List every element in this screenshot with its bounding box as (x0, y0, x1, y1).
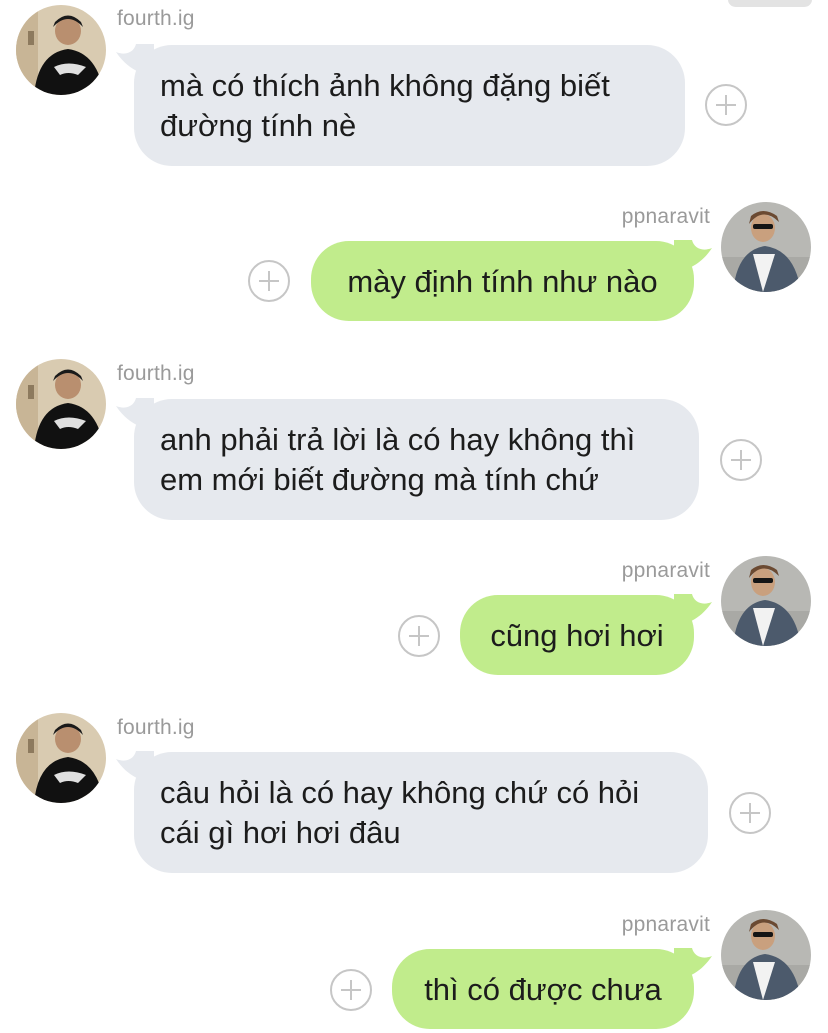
message-row-incoming: fourth.ig anh phải trả lời là có hay khô… (0, 355, 828, 530)
message-line: thì có được chưa (424, 972, 662, 1007)
add-reaction-button[interactable] (330, 969, 372, 1011)
message-line: mà có thích ảnh không đặng biết (160, 68, 610, 103)
add-reaction-button[interactable] (729, 792, 771, 834)
message-bubble[interactable]: mày định tính như nào (311, 241, 694, 321)
message-line: anh phải trả lời là có hay không thì (160, 422, 636, 457)
message-row-incoming: fourth.ig mà có thích ảnh không đặng biế… (0, 0, 828, 175)
message-bubble[interactable]: anh phải trả lời là có hay không thì em … (134, 399, 699, 520)
message-line: cũng hơi hơi (490, 618, 664, 653)
message-bubble[interactable]: thì có được chưa (392, 949, 694, 1029)
message-line: mày định tính như nào (347, 264, 658, 299)
avatar-fourth[interactable] (16, 5, 106, 95)
add-reaction-button[interactable] (398, 615, 440, 657)
message-row-outgoing: ppnaravit thì có được chưa (0, 903, 828, 1033)
avatar-ppnaravit[interactable] (721, 202, 811, 292)
message-row-outgoing: ppnaravit cũng hơi hơi (0, 549, 828, 689)
sender-name: fourth.ig (117, 7, 195, 30)
add-reaction-button[interactable] (248, 260, 290, 302)
sender-name: ppnaravit (621, 559, 710, 582)
avatar-fourth[interactable] (16, 359, 106, 449)
message-bubble[interactable]: mà có thích ảnh không đặng biết đường tí… (134, 45, 685, 166)
avatar-ppnaravit[interactable] (721, 910, 811, 1000)
message-bubble[interactable]: cũng hơi hơi (460, 595, 694, 675)
sender-name: ppnaravit (621, 205, 710, 228)
sender-name: ppnaravit (621, 913, 710, 936)
message-line: cái gì hơi hơi đâu (160, 815, 401, 850)
sender-name: fourth.ig (117, 716, 195, 739)
message-line: đường tính nè (160, 108, 357, 143)
add-reaction-button[interactable] (705, 84, 747, 126)
sender-name: fourth.ig (117, 362, 195, 385)
message-line: câu hỏi là có hay không chứ có hỏi (160, 775, 640, 810)
message-row-outgoing: ppnaravit mày định tính như nào (0, 195, 828, 335)
avatar-ppnaravit[interactable] (721, 556, 811, 646)
message-bubble[interactable]: câu hỏi là có hay không chứ có hỏi cái g… (134, 752, 708, 873)
message-line: em mới biết đường mà tính chứ (160, 462, 599, 497)
add-reaction-button[interactable] (720, 439, 762, 481)
message-row-incoming: fourth.ig câu hỏi là có hay không chứ có… (0, 709, 828, 884)
avatar-fourth[interactable] (16, 713, 106, 803)
